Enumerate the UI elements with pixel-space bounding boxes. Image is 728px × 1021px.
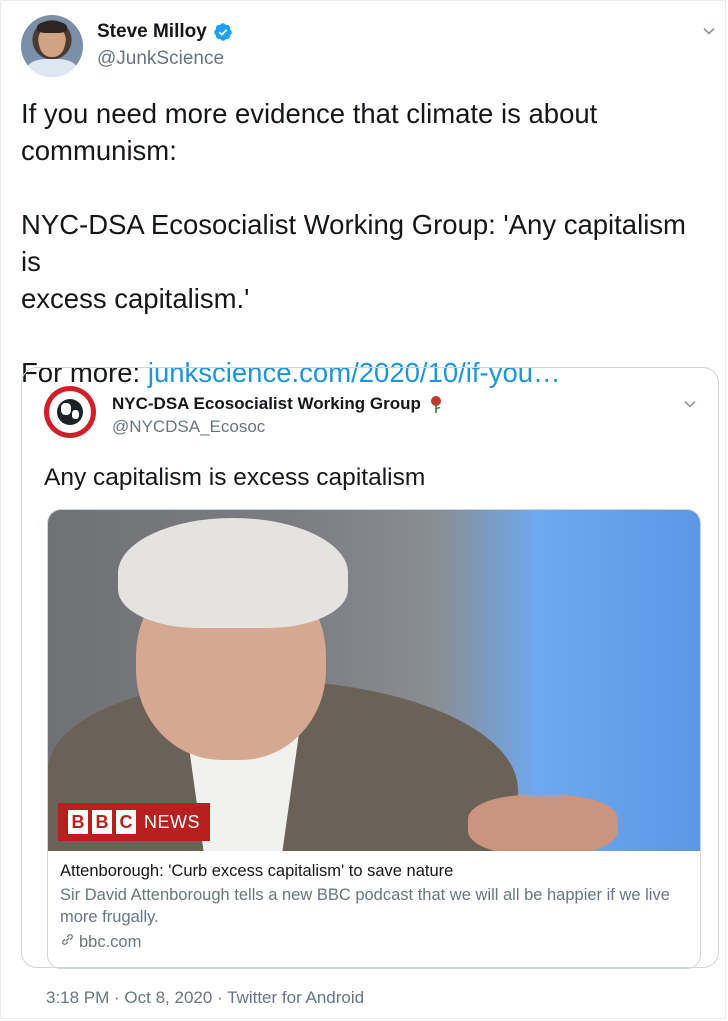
- verified-badge-icon: [213, 22, 233, 42]
- logo-news: NEWS: [144, 811, 200, 832]
- handle[interactable]: @JunkScience: [97, 48, 233, 70]
- chevron-down-icon[interactable]: [682, 396, 698, 412]
- tweet-text-line: If you need more evidence that climate i…: [21, 98, 598, 129]
- tweet: Steve Milloy @JunkScience If you need mo…: [0, 0, 726, 1019]
- quoted-handle[interactable]: @NYCDSA_Ecosoc: [112, 417, 443, 437]
- logo-letter: C: [116, 810, 136, 834]
- avatar[interactable]: [21, 15, 83, 77]
- rose-icon: [429, 395, 443, 413]
- card-domain: bbc.com: [60, 932, 690, 952]
- tweet-timestamp[interactable]: 3:18 PM · Oct 8, 2020 · Twitter for Andr…: [46, 988, 364, 1008]
- author-info: Steve Milloy @JunkScience: [97, 21, 233, 70]
- card-description: Sir David Attenborough tells a new BBC p…: [60, 886, 670, 926]
- quoted-text: Any capitalism is excess capitalism: [44, 464, 426, 491]
- link-icon: [60, 932, 75, 952]
- quoted-author-info: NYC-DSA Ecosocialist Working Group @NYCD…: [112, 394, 443, 437]
- chevron-down-icon[interactable]: [701, 23, 717, 39]
- display-name[interactable]: Steve Milloy: [97, 21, 207, 43]
- bbc-news-logo: B B C NEWS: [58, 803, 210, 841]
- card-domain-text: bbc.com: [79, 932, 142, 951]
- card-meta: Attenborough: 'Curb excess capitalism' t…: [60, 862, 690, 952]
- card-image[interactable]: B B C NEWS: [48, 510, 700, 851]
- quoted-avatar[interactable]: [44, 386, 96, 438]
- card-title[interactable]: Attenborough: 'Curb excess capitalism' t…: [60, 862, 690, 881]
- link-card[interactable]: B B C NEWS Attenborough: 'Curb excess ca…: [47, 509, 701, 969]
- logo-letter: B: [92, 810, 112, 834]
- tweet-text-line: NYC-DSA Ecosocialist Working Group: 'Any…: [21, 209, 686, 277]
- tweet-text-line: communism:: [21, 135, 177, 166]
- quoted-tweet[interactable]: NYC-DSA Ecosocialist Working Group @NYCD…: [21, 367, 719, 969]
- tweet-text-line: excess capitalism.': [21, 283, 250, 314]
- quoted-display-name[interactable]: NYC-DSA Ecosocialist Working Group: [112, 394, 421, 414]
- tweet-text: If you need more evidence that climate i…: [21, 95, 711, 391]
- logo-letter: B: [68, 810, 88, 834]
